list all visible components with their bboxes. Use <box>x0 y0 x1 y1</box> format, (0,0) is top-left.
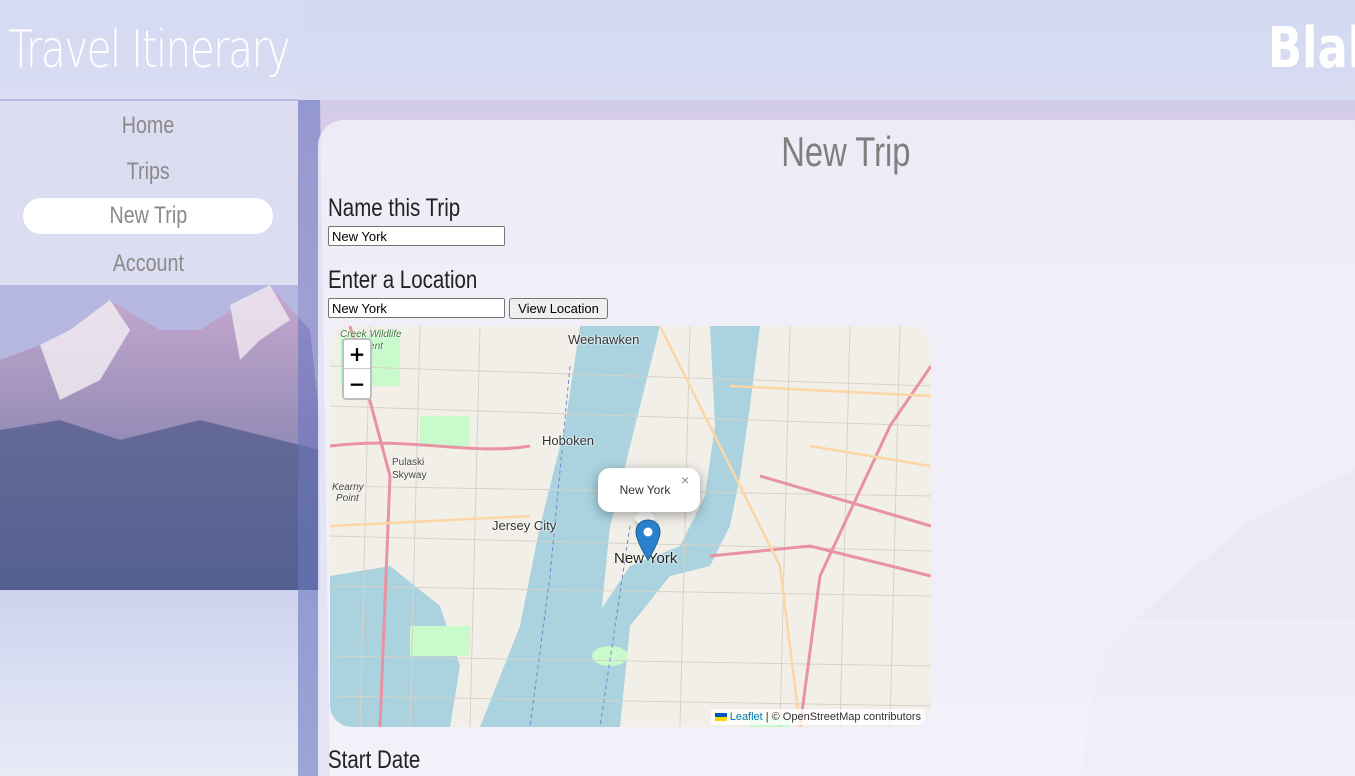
app-brand[interactable]: Travel Itinerary <box>0 0 298 100</box>
map-label-pulaski: Pulaski <box>392 457 425 468</box>
view-location-button[interactable]: View Location <box>509 298 608 319</box>
map-label-kearny: Kearny <box>332 482 364 493</box>
map-label-skyway: Skyway <box>392 470 427 481</box>
ukraine-flag-icon <box>714 713 727 721</box>
user-name[interactable]: Blak <box>1268 16 1355 81</box>
map-marker-icon[interactable] <box>635 519 661 566</box>
zoom-control: + − <box>342 338 372 400</box>
nav-item-home[interactable]: Home <box>23 108 273 144</box>
nav-item-trips[interactable]: Trips <box>23 154 273 190</box>
zoom-out-button[interactable]: − <box>344 369 370 398</box>
page-title-text: New Trip <box>780 128 911 175</box>
app-title: Travel Itinerary <box>8 19 291 80</box>
top-header: Blak <box>298 0 1355 100</box>
leaflet-link[interactable]: Leaflet <box>730 711 763 723</box>
map-label-weehawken: Weehawken <box>568 332 640 347</box>
attribution-text: | © OpenStreetMap contributors <box>765 711 921 723</box>
trip-name-label: Name this Trip <box>328 194 461 222</box>
map-label-hoboken: Hoboken <box>542 433 595 448</box>
nav-item-label: Trips <box>126 158 170 185</box>
map-tiles <box>330 326 931 727</box>
map-label-jersey-city: Jersey City <box>492 518 557 533</box>
nav-item-label: Home <box>121 112 175 139</box>
zoom-in-button[interactable]: + <box>344 340 370 369</box>
nav-item-account[interactable]: Account <box>23 246 273 282</box>
start-date-label: Start Date <box>328 746 421 774</box>
nav-item-label: Account <box>112 250 184 277</box>
map-label-point: Point <box>336 493 359 504</box>
location-map[interactable]: Weehawken Hoboken Jersey City New York P… <box>330 326 931 727</box>
map-attribution: Leaflet | © OpenStreetMap contributors <box>710 709 925 725</box>
location-label: Enter a Location <box>328 266 478 294</box>
page-title: New Trip <box>318 128 1355 176</box>
location-input[interactable] <box>328 298 505 318</box>
sidebar-nav: Home Trips New Trip Account <box>0 101 298 285</box>
popup-close-icon[interactable]: × <box>681 472 689 488</box>
sidebar: Travel Itinerary Home Trips New Trip Acc… <box>0 0 298 776</box>
nav-item-label: New Trip <box>109 202 187 229</box>
trip-name-input[interactable] <box>328 226 505 246</box>
popup-text: New York <box>619 483 671 497</box>
nav-item-new-trip[interactable]: New Trip <box>23 198 273 234</box>
